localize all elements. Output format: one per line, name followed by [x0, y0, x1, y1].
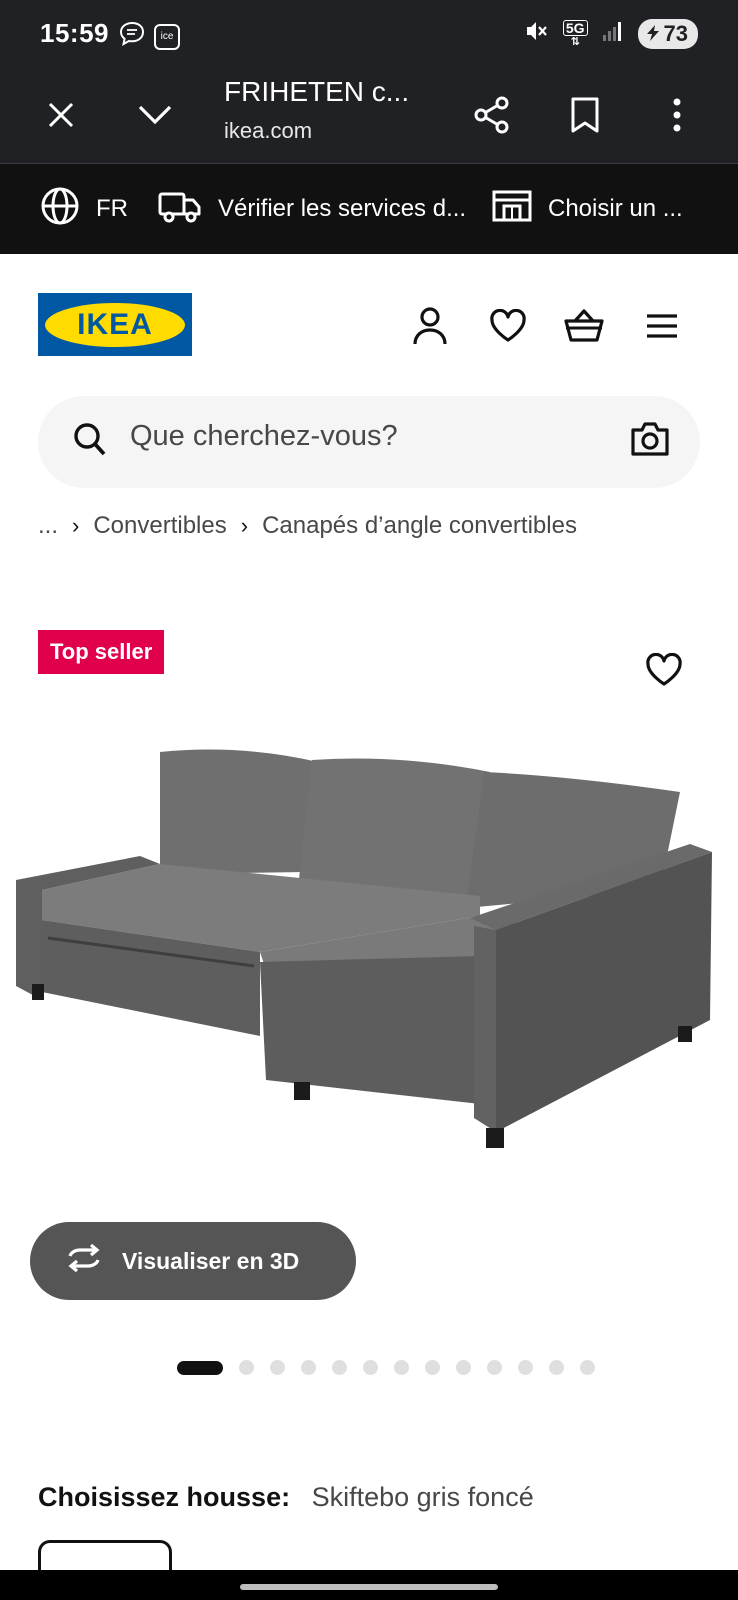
- search-bar[interactable]: [38, 396, 700, 488]
- status-bar: 15:59 ice 5G ⇅ 73: [0, 0, 738, 68]
- truck-icon: [158, 188, 202, 231]
- signal-icon: [602, 20, 624, 47]
- battery-indicator: 73: [637, 18, 698, 49]
- 5g-icon: 5G ⇅: [562, 19, 588, 48]
- logo-text: IKEA: [77, 307, 153, 341]
- status-time: 15:59: [40, 18, 109, 48]
- gallery-dot[interactable]: [363, 1360, 378, 1375]
- chevron-right-icon: ›: [72, 513, 80, 538]
- breadcrumb-item-corner-sofa-beds[interactable]: Canapés d’angle convertibles: [262, 512, 577, 540]
- gallery-dot[interactable]: [518, 1360, 533, 1375]
- visualize-3d-button[interactable]: Visualiser en 3D: [30, 1222, 356, 1300]
- gallery-dot[interactable]: [425, 1360, 440, 1375]
- delivery-services-link[interactable]: Vérifier les services d...: [158, 164, 466, 254]
- top-seller-badge: Top seller: [38, 630, 165, 674]
- breadcrumb-item-convertibles[interactable]: Convertibles: [93, 512, 226, 540]
- breadcrumb-ellipsis[interactable]: ...: [38, 512, 58, 540]
- gallery-dot[interactable]: [332, 1360, 347, 1375]
- gallery-dot[interactable]: [394, 1360, 409, 1375]
- globe-icon: [40, 186, 80, 233]
- gallery-dot[interactable]: [270, 1360, 285, 1375]
- menu-icon[interactable]: [640, 304, 684, 348]
- chat-bubble-icon: [118, 20, 146, 53]
- gallery-dot-active[interactable]: [177, 1360, 223, 1375]
- store-label: Choisir un ...: [548, 195, 683, 222]
- cover-selection-label: Choisissez housse:: [38, 1482, 291, 1512]
- status-left-icons: ice: [118, 20, 180, 53]
- page-url: ikea.com: [224, 118, 313, 143]
- search-icon[interactable]: [72, 420, 108, 465]
- gallery-dot[interactable]: [487, 1360, 502, 1375]
- language-label: FR: [96, 195, 128, 222]
- ice-label: ice: [160, 31, 174, 42]
- camera-search-icon[interactable]: [630, 420, 670, 463]
- page-title: FRIHETEN c...: [224, 76, 410, 107]
- more-vert-icon[interactable]: [650, 88, 704, 142]
- account-icon[interactable]: [408, 304, 452, 348]
- store-selector[interactable]: Choisir un ...: [492, 164, 683, 254]
- gallery-dot[interactable]: [456, 1360, 471, 1375]
- system-nav-bar: [0, 1570, 738, 1600]
- battery-level: 73: [663, 20, 688, 46]
- store-icon: [492, 188, 532, 231]
- gallery-dot[interactable]: [239, 1360, 254, 1375]
- battery-charging-icon: [646, 21, 660, 47]
- network-label: 5G: [562, 19, 588, 36]
- status-right: 5G ⇅ 73: [523, 18, 698, 49]
- ice-badge-icon: ice: [154, 23, 180, 50]
- chevron-right-icon: ›: [240, 513, 249, 538]
- service-strip: FR Vérifier les services d... Choisir un…: [0, 164, 738, 254]
- logo-oval: IKEA: [45, 302, 185, 347]
- gallery-dot[interactable]: [549, 1360, 564, 1375]
- product-image-sofa[interactable]: [10, 740, 730, 1180]
- ikea-logo[interactable]: IKEA: [38, 293, 192, 356]
- cart-icon[interactable]: [562, 304, 606, 348]
- home-gesture-pill[interactable]: [240, 1584, 498, 1590]
- mute-vibrate-icon: [523, 18, 549, 49]
- language-selector[interactable]: FR: [40, 164, 128, 254]
- rotate-3d-icon: [64, 1243, 104, 1278]
- close-icon[interactable]: [34, 88, 88, 142]
- chevron-down-icon[interactable]: [128, 88, 182, 142]
- gallery-pagination: [177, 1360, 595, 1375]
- delivery-services-label: Vérifier les services d...: [218, 195, 467, 222]
- cover-selection-value: Skiftebo gris foncé: [311, 1482, 534, 1512]
- gallery-dot[interactable]: [580, 1360, 595, 1375]
- browser-toolbar: FRIHETEN c... ikea.com: [0, 68, 738, 164]
- gallery-dot[interactable]: [301, 1360, 316, 1375]
- favourite-heart-icon[interactable]: [642, 648, 686, 692]
- cover-selection: Choisissez housse: Skiftebo gris foncé: [38, 1482, 534, 1513]
- share-icon[interactable]: [465, 88, 519, 142]
- bookmark-icon[interactable]: [558, 88, 612, 142]
- heart-icon[interactable]: [486, 304, 530, 348]
- visualize-3d-label: Visualiser en 3D: [122, 1247, 300, 1274]
- breadcrumb: ... › Convertibles › Canapés d’angle con…: [38, 512, 577, 540]
- search-input[interactable]: [130, 420, 590, 453]
